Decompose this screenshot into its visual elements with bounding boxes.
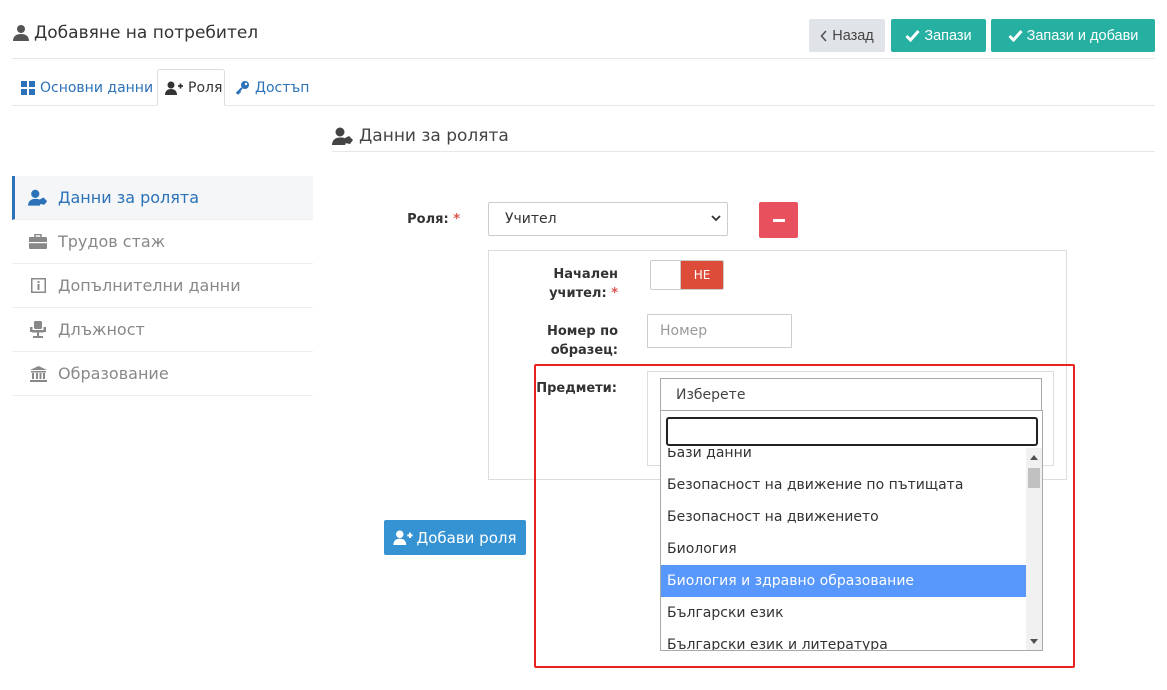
sidebar-item-label: Данни за ролята (58, 188, 200, 207)
sidebar-item-role-data[interactable]: Данни за ролята (12, 176, 313, 220)
page-title: Добавяне на потребител (12, 20, 258, 46)
dropdown-option[interactable]: Безопасност на движението (661, 501, 1026, 533)
tab-basic-data[interactable]: Основни данни (14, 69, 160, 106)
sidebar-item-label: Допълнителни данни (58, 276, 241, 295)
grid-icon (21, 80, 35, 95)
subjects-select-placeholder: Изберете (676, 387, 746, 403)
save-button-label: Запази (924, 27, 972, 44)
info-icon (28, 278, 48, 293)
user-plus-icon (393, 530, 414, 545)
subjects-label: Предмети: (536, 381, 617, 396)
user-tag-icon (332, 127, 354, 145)
dropdown-options-list: Бази данни Безопасност на движение по пъ… (661, 448, 1026, 650)
scroll-down-arrow-icon[interactable] (1030, 639, 1038, 644)
dropdown-option[interactable]: Български език и литература (661, 629, 1026, 650)
page-title-text: Добавяне на потребител (34, 23, 259, 43)
dropdown-option[interactable]: Бази данни (661, 448, 1026, 469)
tab-access[interactable]: Достъп (228, 69, 316, 106)
sidebar-item-label: Образование (58, 364, 169, 383)
subjects-select[interactable]: Изберете (660, 378, 1042, 411)
sidebar-item-label: Длъжност (58, 320, 145, 339)
user-plus-icon (165, 81, 183, 95)
sidebar-item-education[interactable]: Образование (12, 352, 313, 396)
role-select[interactable]: Учител (488, 202, 728, 236)
dropdown-option-highlighted[interactable]: Биология и здравно образование (661, 565, 1026, 597)
check-icon (905, 29, 920, 42)
tab-basic-data-label: Основни данни (40, 79, 154, 96)
key-icon (235, 80, 250, 95)
section-divider (332, 151, 1155, 152)
chevron-left-icon (820, 29, 828, 42)
save-and-add-button[interactable]: Запази и добави (991, 19, 1155, 52)
chevron-down-icon (711, 215, 721, 222)
briefcase-icon (28, 234, 48, 249)
toggle-state: НЕ (681, 261, 723, 289)
initial-teacher-label: Начален учител: * (549, 267, 618, 301)
user-tag-icon (28, 189, 48, 206)
back-button-label: Назад (832, 27, 874, 44)
required-mark: * (453, 212, 460, 227)
number-input[interactable] (647, 314, 792, 348)
save-button[interactable]: Запази (891, 19, 986, 52)
section-title-text: Данни за ролята (359, 126, 509, 146)
tab-access-label: Достъп (255, 79, 310, 96)
chair-icon (28, 321, 48, 338)
remove-role-button[interactable] (759, 202, 798, 238)
dropdown-option[interactable]: Безопасност на движение по пътищата (661, 469, 1026, 501)
subjects-dropdown: Бази данни Безопасност на движение по пъ… (660, 410, 1043, 651)
sidebar-item-label: Трудов стаж (58, 232, 166, 251)
role-label: Роля: * (407, 212, 460, 227)
add-role-button-label: Добави роля (416, 528, 517, 547)
initial-teacher-toggle[interactable]: НЕ (650, 260, 724, 290)
university-icon (28, 365, 48, 382)
tabs-divider-left (12, 105, 157, 106)
save-and-add-button-label: Запази и добави (1026, 27, 1139, 44)
sidebar-item-work-experience[interactable]: Трудов стаж (12, 220, 313, 264)
scrollbar-thumb[interactable] (1028, 468, 1040, 488)
minus-icon (772, 218, 785, 222)
scroll-up-arrow-icon[interactable] (1030, 455, 1038, 460)
sidebar-item-additional-data[interactable]: Допълнителни данни (12, 264, 313, 308)
tab-role-label: Роля (188, 79, 223, 96)
dropdown-option[interactable]: Биология (661, 533, 1026, 565)
header-divider (12, 58, 1155, 59)
sidebar-item-position[interactable]: Длъжност (12, 308, 313, 352)
dropdown-option[interactable]: Български език (661, 597, 1026, 629)
check-icon (1008, 29, 1023, 42)
back-button[interactable]: Назад (809, 19, 885, 52)
toggle-knob (651, 261, 681, 289)
number-label: Номер по образец: (547, 324, 618, 358)
role-select-value: Учител (505, 211, 557, 227)
required-mark: * (611, 286, 618, 301)
tab-role[interactable]: Роля (157, 69, 225, 106)
tabs-divider-right (225, 105, 1155, 106)
add-role-button[interactable]: Добави роля (384, 520, 526, 555)
user-icon (12, 24, 30, 42)
section-title: Данни за ролята (332, 124, 509, 148)
dropdown-search-input[interactable] (666, 417, 1038, 446)
